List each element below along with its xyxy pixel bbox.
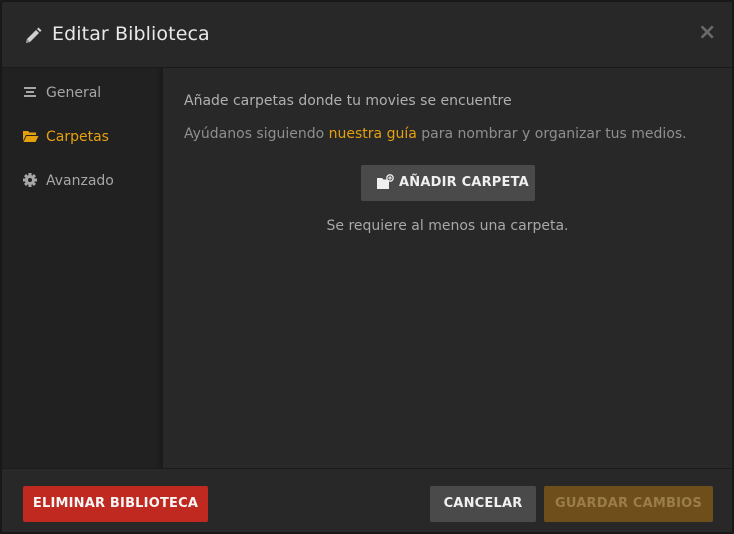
dialog-footer: ELIMINAR BIBLIOTECA CANCELAR GUARDAR CAM… (2, 468, 732, 532)
sidebar-item-label: Carpetas (46, 129, 109, 145)
help-prefix: Ayúdanos siguiendo (184, 126, 329, 142)
folders-description: Añade carpetas donde tu movies se encuen… (184, 93, 512, 109)
sidebar: General Carpetas Avanzado (2, 68, 163, 468)
save-changes-button[interactable]: GUARDAR CAMBIOS (544, 486, 713, 522)
add-folder-button[interactable]: AÑADIR CARPETA (361, 165, 535, 201)
list-icon (22, 84, 38, 100)
folder-add-icon (376, 174, 394, 192)
dialog-header: Editar Biblioteca × (2, 2, 732, 68)
gear-icon (22, 172, 38, 188)
sidebar-item-avanzado[interactable]: Avanzado (2, 160, 163, 196)
pencil-icon (23, 26, 43, 46)
edit-library-dialog: Editar Biblioteca × General Carpetas Ava… (0, 0, 734, 534)
help-suffix: para nombrar y organizar tus medios. (416, 126, 687, 142)
guide-link[interactable]: nuestra guía (329, 126, 417, 142)
folder-icon (22, 128, 39, 144)
help-text: Ayúdanos siguiendo nuestra guía para nom… (184, 126, 687, 142)
sidebar-item-carpetas[interactable]: Carpetas (2, 116, 163, 152)
add-folder-label: AÑADIR CARPETA (399, 175, 529, 190)
sidebar-item-label: General (46, 85, 102, 101)
main-content: Añade carpetas donde tu movies se encuen… (163, 68, 732, 468)
delete-library-button[interactable]: ELIMINAR BIBLIOTECA (23, 486, 208, 522)
sidebar-item-general[interactable]: General (2, 72, 163, 108)
requirement-note: Se requiere al menos una carpeta. (326, 218, 569, 234)
sidebar-item-label: Avanzado (46, 173, 114, 189)
dialog-title: Editar Biblioteca (52, 23, 210, 45)
close-icon[interactable]: × (698, 22, 716, 44)
cancel-button[interactable]: CANCELAR (430, 486, 536, 522)
